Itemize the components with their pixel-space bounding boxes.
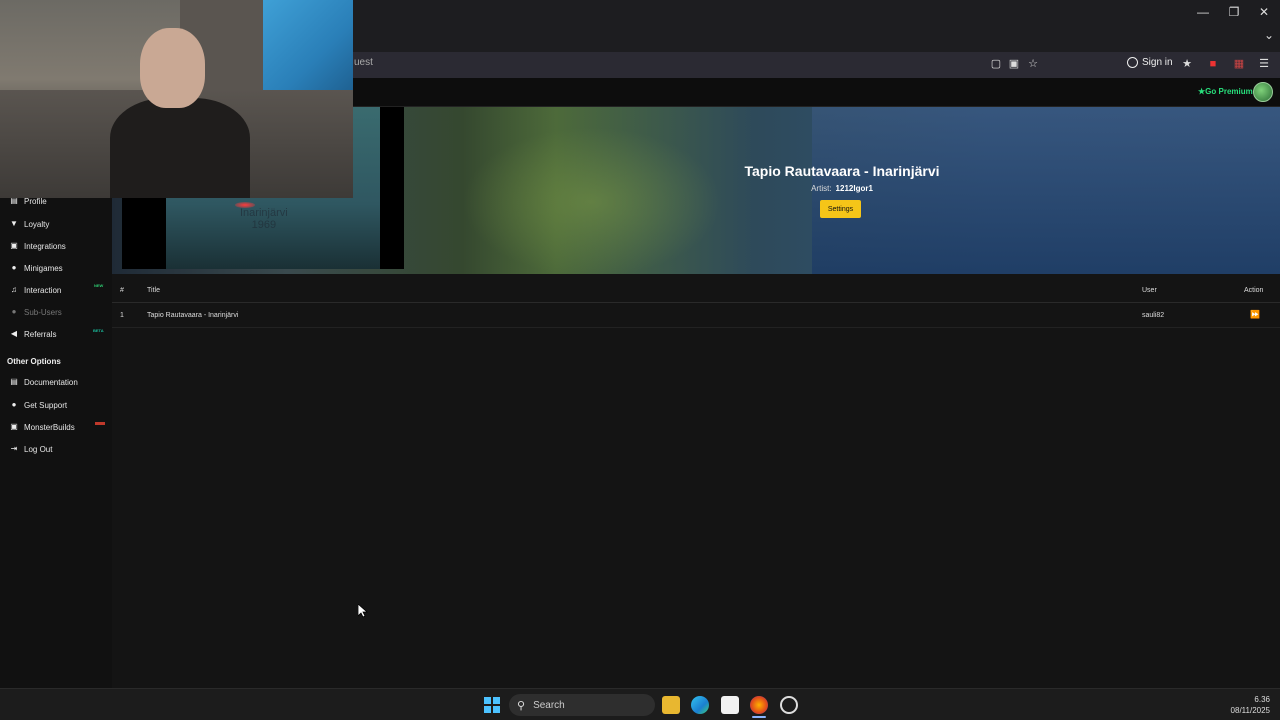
table-row: 1 Tapio Rautavaara - Inarinjärvi sauli82…: [112, 303, 1280, 328]
sidebar-item-referrals[interactable]: ◀ Referrals: [10, 326, 57, 342]
windows-start-icon[interactable]: [484, 697, 500, 713]
music-icon: ♫: [11, 285, 17, 294]
profile-icon: ▤: [10, 196, 18, 205]
sidebar-item-get-support[interactable]: ● Get Support: [10, 397, 68, 413]
hero-background-blur: [462, 127, 722, 274]
url-bar[interactable]: uest: [354, 57, 373, 68]
help-icon: ●: [11, 400, 17, 409]
sidebar-item-documentation[interactable]: ▤ Documentation: [10, 374, 78, 390]
artist-name: 1212Igor1: [835, 184, 873, 193]
sign-in-button[interactable]: Sign in: [1127, 57, 1173, 68]
firefox-icon[interactable]: [750, 696, 768, 714]
sidebar-item-label: Integrations: [24, 241, 66, 251]
webcam-person: [110, 28, 250, 198]
bookmark-star-icon[interactable]: ☆: [1026, 57, 1040, 71]
sidebar-item-label: Minigames: [24, 263, 63, 273]
sidebar-item-loyalty[interactable]: ▼ Loyalty: [10, 216, 49, 232]
sidebar-item-label: Sub-Users: [24, 307, 62, 317]
mouse-cursor-icon: [358, 604, 368, 618]
go-premium-label: Go Premium: [1205, 87, 1253, 96]
new-badge: NEW: [94, 283, 104, 288]
sidebar-item-minigames[interactable]: ● Minigames: [10, 260, 63, 276]
clock-date: 08/11/2025: [1230, 706, 1270, 715]
close-icon[interactable]: ✕: [1249, 2, 1279, 22]
logout-icon: ⇥: [10, 444, 18, 453]
play-next-icon[interactable]: ⏩: [1250, 310, 1260, 319]
go-premium-link[interactable]: ★Go Premium: [1198, 87, 1253, 96]
chevron-down-icon[interactable]: ⌄: [1264, 28, 1274, 42]
row-title: Tapio Rautavaara - Inarinjärvi: [147, 312, 239, 319]
artist-line: Artist: 1212Igor1: [642, 184, 1042, 193]
monsterbuilds-badge: [95, 422, 105, 425]
song-queue-table: # Title User Action 1 Tapio Rautavaara -…: [112, 280, 1280, 328]
file-explorer-icon[interactable]: [662, 696, 680, 714]
sidebar-item-monsterbuilds[interactable]: ▣ MonsterBuilds: [10, 419, 75, 435]
extension-icon[interactable]: ▦: [1232, 57, 1246, 71]
settings-button[interactable]: Settings: [820, 200, 861, 218]
store-icon[interactable]: [721, 696, 739, 714]
sidebar-item-label: Documentation: [24, 377, 78, 387]
ublock-icon[interactable]: ■: [1206, 57, 1220, 71]
column-header-user: User: [1142, 287, 1157, 294]
edge-browser-icon[interactable]: [691, 696, 709, 714]
gamepad-icon: ●: [11, 263, 17, 272]
menu-icon[interactable]: ☰: [1257, 57, 1271, 71]
webcam-person-head: [140, 28, 205, 108]
sidebar-item-label: Loyalty: [24, 219, 50, 229]
account-icon: [1127, 57, 1138, 68]
active-app-indicator: [752, 716, 766, 718]
power-app-icon[interactable]: [780, 696, 798, 714]
sidebar-item-label: MonsterBuilds: [24, 422, 75, 432]
column-header-number: #: [120, 287, 124, 294]
taskbar-search-label: Search: [533, 699, 565, 711]
column-header-action: Action: [1244, 287, 1264, 294]
webcam-person-body: [110, 98, 250, 198]
system-clock[interactable]: 6.36 08/11/2025: [1231, 694, 1270, 716]
laptop-icon: ▣: [10, 422, 18, 431]
minimize-icon[interactable]: —: [1188, 2, 1218, 22]
artist-label: Artist:: [811, 184, 832, 193]
cover-year: 1969: [251, 219, 277, 231]
sidebar-item-sub-users[interactable]: ● Sub-Users: [10, 304, 62, 320]
save-icon[interactable]: ▣: [1007, 57, 1021, 71]
restore-icon[interactable]: ❐: [1219, 2, 1249, 22]
clock-time: 6.36: [1254, 695, 1270, 704]
sidebar-item-interaction[interactable]: ♫ Interaction: [10, 282, 61, 298]
sidebar-item-log-out[interactable]: ⇥ Log Out: [10, 441, 53, 457]
windows-taskbar: ⚲ Search 6.36 08/11/2025: [0, 688, 1280, 720]
extensions-icon[interactable]: ★: [1180, 57, 1194, 71]
sidebar-item-label: Get Support: [24, 400, 68, 410]
megaphone-icon: ◀: [10, 329, 18, 338]
trophy-icon: ▼: [10, 219, 18, 228]
avatar[interactable]: [1253, 82, 1273, 102]
row-user: sauli82: [1142, 312, 1165, 319]
beta-badge: BETA: [93, 328, 104, 333]
section-title-other-options: Other Options: [7, 357, 61, 366]
song-title: Tapio Rautavaara - Inarinjärvi: [744, 163, 940, 179]
column-header-title: Title: [147, 287, 160, 294]
plug-icon: ▣: [10, 241, 18, 250]
cover-title: Inarinjärvi: [240, 207, 288, 219]
sidebar-item-label: Interaction: [24, 285, 62, 295]
book-icon: ▤: [10, 377, 18, 386]
row-number: 1: [120, 312, 124, 319]
sidebar-item-label: Referrals: [24, 329, 57, 339]
search-icon: ⚲: [517, 699, 526, 712]
users-icon: ●: [11, 307, 17, 316]
webcam-overlay: [0, 0, 353, 198]
sign-in-label: Sign in: [1142, 57, 1173, 68]
sidebar-item-integrations[interactable]: ▣ Integrations: [10, 238, 66, 254]
picture-in-picture-icon[interactable]: ▢: [989, 57, 1003, 71]
sidebar-item-label: Log Out: [24, 444, 53, 454]
webcam-tapestry: [263, 0, 353, 95]
table-header-row: # Title User Action: [112, 280, 1280, 303]
cover-text: Inarinjärvi 1969: [240, 207, 288, 231]
taskbar-search[interactable]: ⚲ Search: [509, 694, 655, 716]
